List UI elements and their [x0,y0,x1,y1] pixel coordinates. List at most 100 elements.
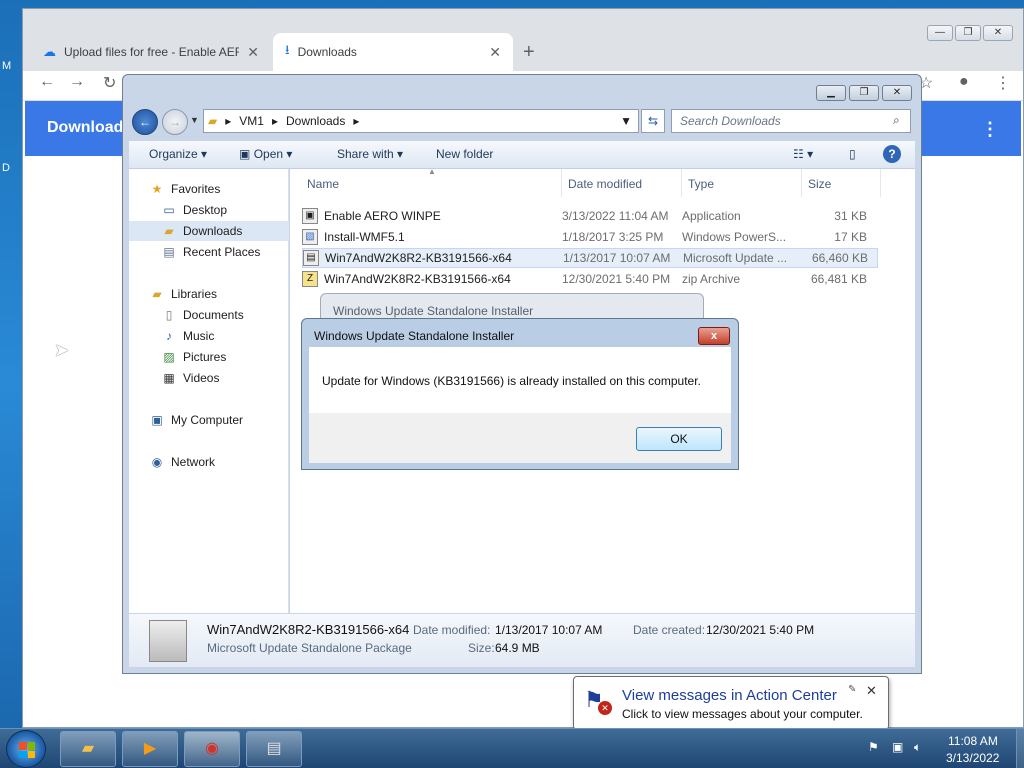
details-modified-value: 1/13/2017 10:07 AM [495,623,603,637]
file-name: Enable AERO WINPE [324,209,441,223]
notification-title[interactable]: View messages in Action Center [622,687,837,704]
desktop-icon-label: D [2,162,10,174]
breadcrumb-downloads[interactable]: Downloads [286,114,345,128]
powershell-script-icon: ▧ [302,229,318,245]
details-created-value: 12/30/2021 5:40 PM [706,623,815,637]
tab-upload[interactable]: ☁ Upload files for free - Enable AER ✕ [31,33,271,71]
help-icon[interactable]: ? [883,145,901,163]
details-created-label: Date created: [633,623,706,637]
maximize-button[interactable]: ❐ [955,25,981,41]
installer-dialog: Windows Update Standalone Installer x Up… [301,318,739,470]
history-dropdown-icon[interactable]: ▼ [190,115,199,125]
recent-places-icon: ▤ [163,245,175,259]
close-icon[interactable]: ✕ [489,44,501,61]
forward-icon[interactable]: → [69,73,85,91]
nav-downloads[interactable]: ▰ Downloads [129,221,289,241]
windows-logo-icon [19,742,35,758]
views-icon[interactable]: ☷ ▾ [793,147,813,161]
column-header-size[interactable]: Size [808,177,831,191]
taskbar-media-player-button[interactable]: ▶ [122,731,178,767]
search-input[interactable]: Search Downloads [671,109,911,133]
column-header-date[interactable]: Date modified [568,177,642,191]
preview-pane-icon[interactable]: ▯ [849,147,856,161]
file-row-selected[interactable]: ▤ Win7AndW2K8R2-KB3191566-x64 1/13/2017 1… [302,248,878,268]
dialog-close-button[interactable]: x [698,327,730,345]
tab-downloads[interactable]: ⭳ Downloads ✕ [273,33,513,71]
refresh-button[interactable]: ⇆ [641,109,665,133]
network-tray-icon[interactable]: ▣ [892,740,903,754]
nav-libraries[interactable]: ▰ Libraries [129,284,289,304]
address-bar[interactable]: ▰ ▸ VM1 ▸ Downloads ▸ ▼ [203,109,639,133]
videos-icon: ▦ [163,371,175,385]
command-bar: Organize ▾ ▣ Open ▾ Share with ▾ New fol… [129,141,915,169]
folder-icon: ▰ [81,740,95,757]
nav-videos[interactable]: ▦ Videos [129,368,289,388]
nav-documents[interactable]: ▯ Documents [129,305,289,325]
address-dropdown-icon[interactable]: ▼ [620,114,632,128]
navigation-pane: ★ Favorites ▭ Desktop ▰ Downloads ▤ Recent P… [129,169,289,613]
back-button[interactable]: ← [132,109,158,135]
new-folder-button[interactable]: New folder [436,147,493,161]
update-package-icon [149,620,187,662]
file-row[interactable]: ▧ Install-WMF5.1 1/18/2017 3:25 PM Window… [302,227,878,247]
nav-desktop[interactable]: ▭ Desktop [129,200,289,220]
nav-pictures[interactable]: ▨ Pictures [129,347,289,367]
breadcrumb-vm1[interactable]: VM1 [239,114,264,128]
file-date: 1/13/2017 10:07 AM [563,251,671,265]
cloud-upload-icon: ☁ [43,44,56,59]
file-type: Windows PowerS... [682,230,787,244]
zip-archive-icon: Z [302,271,318,287]
file-name: Win7AndW2K8R2-KB3191566-x64 [324,272,511,286]
close-icon[interactable]: ✕ [247,44,259,61]
folder-icon: ▰ [208,114,218,128]
desktop-icon-label: M [2,60,12,72]
nav-network[interactable]: ◉ Network [129,452,289,472]
breadcrumb-separator-icon: ▸ [271,114,278,128]
action-center-notification[interactable]: ⚑ ✕ View messages in Action Center Click… [573,676,889,730]
open-button[interactable]: ▣ Open ▾ [239,147,292,161]
back-icon[interactable]: ← [39,73,55,91]
profile-icon[interactable]: ● [959,73,969,91]
menu-icon[interactable]: ⋮ [995,73,1011,93]
nav-favorites[interactable]: ★ Favorites [129,179,289,199]
show-desktop-button[interactable] [1016,729,1024,768]
taskbar-explorer-button[interactable]: ▰ [60,731,116,767]
taskbar-chrome-button[interactable]: ◉ [184,731,240,767]
file-row[interactable]: Z Win7AndW2K8R2-KB3191566-x64 12/30/2021 … [302,269,878,289]
close-button[interactable]: ✕ [882,85,912,101]
close-button[interactable]: ✕ [983,25,1013,41]
minimize-button[interactable]: — [927,25,953,41]
taskbar-installer-button[interactable]: ▤ [246,731,302,767]
forward-button[interactable]: → [162,109,188,135]
reload-icon[interactable]: ↻ [103,73,116,93]
organize-button[interactable]: Organize ▾ [149,147,207,161]
file-date: 12/30/2021 5:40 PM [562,272,671,286]
clock-date[interactable]: 3/13/2022 [946,751,999,765]
mouse-cursor-icon: ➤ [54,340,70,360]
notification-close-button[interactable]: ✕ [866,683,877,699]
search-icon[interactable]: ⌕ [893,113,900,128]
minimize-button[interactable]: ▁ [816,85,846,101]
ok-button[interactable]: OK [636,427,722,451]
star-icon: ★ [151,182,163,196]
nav-my-computer[interactable]: ▣ My Computer [129,410,289,430]
column-header-type[interactable]: Type [688,177,714,191]
new-tab-button[interactable]: + [523,41,535,64]
share-with-button[interactable]: Share with ▾ [337,147,403,161]
column-header-name[interactable]: Name [307,177,339,191]
column-divider [681,169,682,197]
breadcrumb-separator-icon: ▸ [353,114,360,128]
maximize-button[interactable]: ❐ [849,85,879,101]
application-icon: ▣ [302,208,318,224]
folder-icon: ▰ [164,224,174,238]
action-center-flag-tray-icon[interactable]: ⚑ [868,740,879,754]
volume-tray-icon[interactable]: 🔈︎ [914,740,921,755]
page-menu-button[interactable]: ⋮ [981,119,999,140]
nav-recent-places[interactable]: ▤ Recent Places [129,242,289,262]
file-row[interactable]: ▣ Enable AERO WINPE 3/13/2022 11:04 AM Ap… [302,206,878,226]
clock-time[interactable]: 11:08 AM [948,734,998,748]
nav-music[interactable]: ♪ Music [129,326,289,346]
pin-icon[interactable]: ✎ [848,684,856,695]
start-button[interactable] [6,730,46,768]
media-player-icon: ▶ [143,740,157,757]
